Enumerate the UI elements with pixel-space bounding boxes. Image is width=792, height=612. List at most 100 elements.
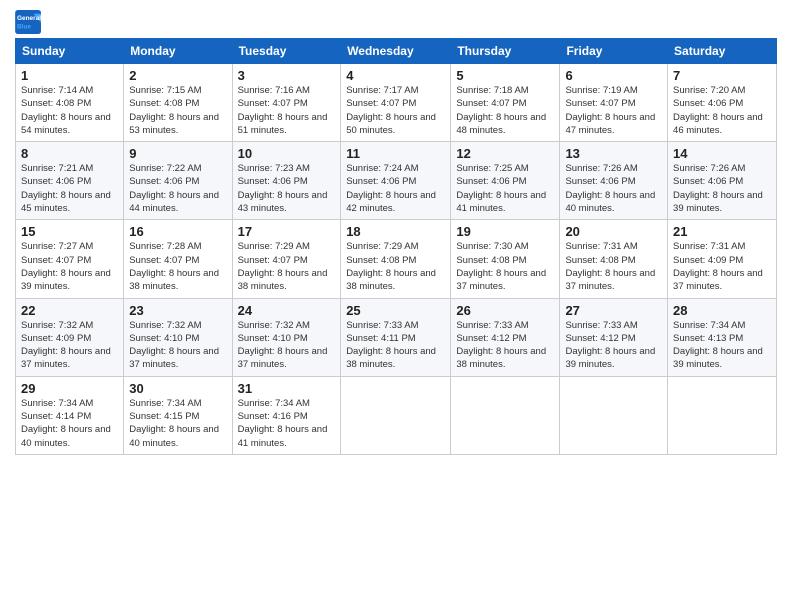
day-info: Sunrise: 7:25 AMSunset: 4:06 PMDaylight:… — [456, 162, 554, 215]
calendar-cell: 22Sunrise: 7:32 AMSunset: 4:09 PMDayligh… — [16, 298, 124, 376]
day-number: 25 — [346, 303, 445, 318]
day-number: 13 — [565, 146, 662, 161]
calendar-cell: 16Sunrise: 7:28 AMSunset: 4:07 PMDayligh… — [124, 220, 232, 298]
logo-icon: General Blue — [15, 10, 43, 34]
day-number: 29 — [21, 381, 118, 396]
day-number: 8 — [21, 146, 118, 161]
header: General Blue — [15, 10, 777, 34]
day-number: 23 — [129, 303, 226, 318]
logo: General Blue — [15, 10, 43, 34]
day-info: Sunrise: 7:22 AMSunset: 4:06 PMDaylight:… — [129, 162, 226, 215]
day-info: Sunrise: 7:20 AMSunset: 4:06 PMDaylight:… — [673, 84, 771, 137]
day-number: 11 — [346, 146, 445, 161]
calendar-cell — [668, 376, 777, 454]
calendar-cell — [341, 376, 451, 454]
calendar-week-5: 29Sunrise: 7:34 AMSunset: 4:14 PMDayligh… — [16, 376, 777, 454]
day-number: 9 — [129, 146, 226, 161]
day-info: Sunrise: 7:32 AMSunset: 4:10 PMDaylight:… — [129, 319, 226, 372]
calendar-cell: 11Sunrise: 7:24 AMSunset: 4:06 PMDayligh… — [341, 142, 451, 220]
day-info: Sunrise: 7:26 AMSunset: 4:06 PMDaylight:… — [565, 162, 662, 215]
weekday-header-wednesday: Wednesday — [341, 39, 451, 64]
page-container: General Blue SundayMondayTuesdayWednesda… — [0, 0, 792, 460]
day-info: Sunrise: 7:33 AMSunset: 4:11 PMDaylight:… — [346, 319, 445, 372]
calendar-cell: 8Sunrise: 7:21 AMSunset: 4:06 PMDaylight… — [16, 142, 124, 220]
calendar-week-2: 8Sunrise: 7:21 AMSunset: 4:06 PMDaylight… — [16, 142, 777, 220]
weekday-header-monday: Monday — [124, 39, 232, 64]
day-number: 26 — [456, 303, 554, 318]
calendar-cell: 13Sunrise: 7:26 AMSunset: 4:06 PMDayligh… — [560, 142, 668, 220]
calendar-cell: 4Sunrise: 7:17 AMSunset: 4:07 PMDaylight… — [341, 64, 451, 142]
calendar-week-1: 1Sunrise: 7:14 AMSunset: 4:08 PMDaylight… — [16, 64, 777, 142]
calendar-cell: 19Sunrise: 7:30 AMSunset: 4:08 PMDayligh… — [451, 220, 560, 298]
calendar-cell: 2Sunrise: 7:15 AMSunset: 4:08 PMDaylight… — [124, 64, 232, 142]
day-number: 21 — [673, 224, 771, 239]
calendar-cell: 25Sunrise: 7:33 AMSunset: 4:11 PMDayligh… — [341, 298, 451, 376]
day-info: Sunrise: 7:34 AMSunset: 4:16 PMDaylight:… — [238, 397, 336, 450]
calendar-cell: 9Sunrise: 7:22 AMSunset: 4:06 PMDaylight… — [124, 142, 232, 220]
day-number: 10 — [238, 146, 336, 161]
weekday-header-friday: Friday — [560, 39, 668, 64]
calendar-cell: 7Sunrise: 7:20 AMSunset: 4:06 PMDaylight… — [668, 64, 777, 142]
day-info: Sunrise: 7:31 AMSunset: 4:08 PMDaylight:… — [565, 240, 662, 293]
day-info: Sunrise: 7:34 AMSunset: 4:13 PMDaylight:… — [673, 319, 771, 372]
day-number: 12 — [456, 146, 554, 161]
day-number: 20 — [565, 224, 662, 239]
calendar-cell: 10Sunrise: 7:23 AMSunset: 4:06 PMDayligh… — [232, 142, 341, 220]
day-number: 1 — [21, 68, 118, 83]
day-info: Sunrise: 7:29 AMSunset: 4:07 PMDaylight:… — [238, 240, 336, 293]
day-info: Sunrise: 7:27 AMSunset: 4:07 PMDaylight:… — [21, 240, 118, 293]
day-info: Sunrise: 7:21 AMSunset: 4:06 PMDaylight:… — [21, 162, 118, 215]
weekday-header-sunday: Sunday — [16, 39, 124, 64]
day-number: 22 — [21, 303, 118, 318]
calendar-cell: 20Sunrise: 7:31 AMSunset: 4:08 PMDayligh… — [560, 220, 668, 298]
calendar-cell: 26Sunrise: 7:33 AMSunset: 4:12 PMDayligh… — [451, 298, 560, 376]
day-info: Sunrise: 7:15 AMSunset: 4:08 PMDaylight:… — [129, 84, 226, 137]
day-info: Sunrise: 7:28 AMSunset: 4:07 PMDaylight:… — [129, 240, 226, 293]
day-number: 2 — [129, 68, 226, 83]
calendar-cell: 6Sunrise: 7:19 AMSunset: 4:07 PMDaylight… — [560, 64, 668, 142]
day-number: 14 — [673, 146, 771, 161]
day-number: 24 — [238, 303, 336, 318]
day-info: Sunrise: 7:33 AMSunset: 4:12 PMDaylight:… — [565, 319, 662, 372]
day-number: 4 — [346, 68, 445, 83]
calendar-cell: 1Sunrise: 7:14 AMSunset: 4:08 PMDaylight… — [16, 64, 124, 142]
day-number: 16 — [129, 224, 226, 239]
day-number: 15 — [21, 224, 118, 239]
day-info: Sunrise: 7:16 AMSunset: 4:07 PMDaylight:… — [238, 84, 336, 137]
day-info: Sunrise: 7:24 AMSunset: 4:06 PMDaylight:… — [346, 162, 445, 215]
day-number: 7 — [673, 68, 771, 83]
day-info: Sunrise: 7:29 AMSunset: 4:08 PMDaylight:… — [346, 240, 445, 293]
day-info: Sunrise: 7:23 AMSunset: 4:06 PMDaylight:… — [238, 162, 336, 215]
weekday-header-row: SundayMondayTuesdayWednesdayThursdayFrid… — [16, 39, 777, 64]
calendar-cell: 14Sunrise: 7:26 AMSunset: 4:06 PMDayligh… — [668, 142, 777, 220]
calendar-week-4: 22Sunrise: 7:32 AMSunset: 4:09 PMDayligh… — [16, 298, 777, 376]
day-number: 5 — [456, 68, 554, 83]
day-info: Sunrise: 7:32 AMSunset: 4:09 PMDaylight:… — [21, 319, 118, 372]
day-info: Sunrise: 7:19 AMSunset: 4:07 PMDaylight:… — [565, 84, 662, 137]
calendar-cell: 21Sunrise: 7:31 AMSunset: 4:09 PMDayligh… — [668, 220, 777, 298]
weekday-header-tuesday: Tuesday — [232, 39, 341, 64]
day-info: Sunrise: 7:14 AMSunset: 4:08 PMDaylight:… — [21, 84, 118, 137]
calendar-cell — [451, 376, 560, 454]
calendar-cell: 12Sunrise: 7:25 AMSunset: 4:06 PMDayligh… — [451, 142, 560, 220]
day-number: 18 — [346, 224, 445, 239]
day-number: 19 — [456, 224, 554, 239]
calendar-cell: 27Sunrise: 7:33 AMSunset: 4:12 PMDayligh… — [560, 298, 668, 376]
calendar-cell: 29Sunrise: 7:34 AMSunset: 4:14 PMDayligh… — [16, 376, 124, 454]
calendar-cell: 28Sunrise: 7:34 AMSunset: 4:13 PMDayligh… — [668, 298, 777, 376]
calendar-cell: 23Sunrise: 7:32 AMSunset: 4:10 PMDayligh… — [124, 298, 232, 376]
calendar-cell: 31Sunrise: 7:34 AMSunset: 4:16 PMDayligh… — [232, 376, 341, 454]
day-number: 3 — [238, 68, 336, 83]
calendar-cell: 18Sunrise: 7:29 AMSunset: 4:08 PMDayligh… — [341, 220, 451, 298]
calendar-cell: 30Sunrise: 7:34 AMSunset: 4:15 PMDayligh… — [124, 376, 232, 454]
day-info: Sunrise: 7:32 AMSunset: 4:10 PMDaylight:… — [238, 319, 336, 372]
calendar-week-3: 15Sunrise: 7:27 AMSunset: 4:07 PMDayligh… — [16, 220, 777, 298]
calendar-cell — [560, 376, 668, 454]
day-info: Sunrise: 7:31 AMSunset: 4:09 PMDaylight:… — [673, 240, 771, 293]
day-number: 31 — [238, 381, 336, 396]
day-info: Sunrise: 7:26 AMSunset: 4:06 PMDaylight:… — [673, 162, 771, 215]
calendar-cell: 15Sunrise: 7:27 AMSunset: 4:07 PMDayligh… — [16, 220, 124, 298]
calendar-cell: 24Sunrise: 7:32 AMSunset: 4:10 PMDayligh… — [232, 298, 341, 376]
weekday-header-thursday: Thursday — [451, 39, 560, 64]
day-info: Sunrise: 7:34 AMSunset: 4:15 PMDaylight:… — [129, 397, 226, 450]
